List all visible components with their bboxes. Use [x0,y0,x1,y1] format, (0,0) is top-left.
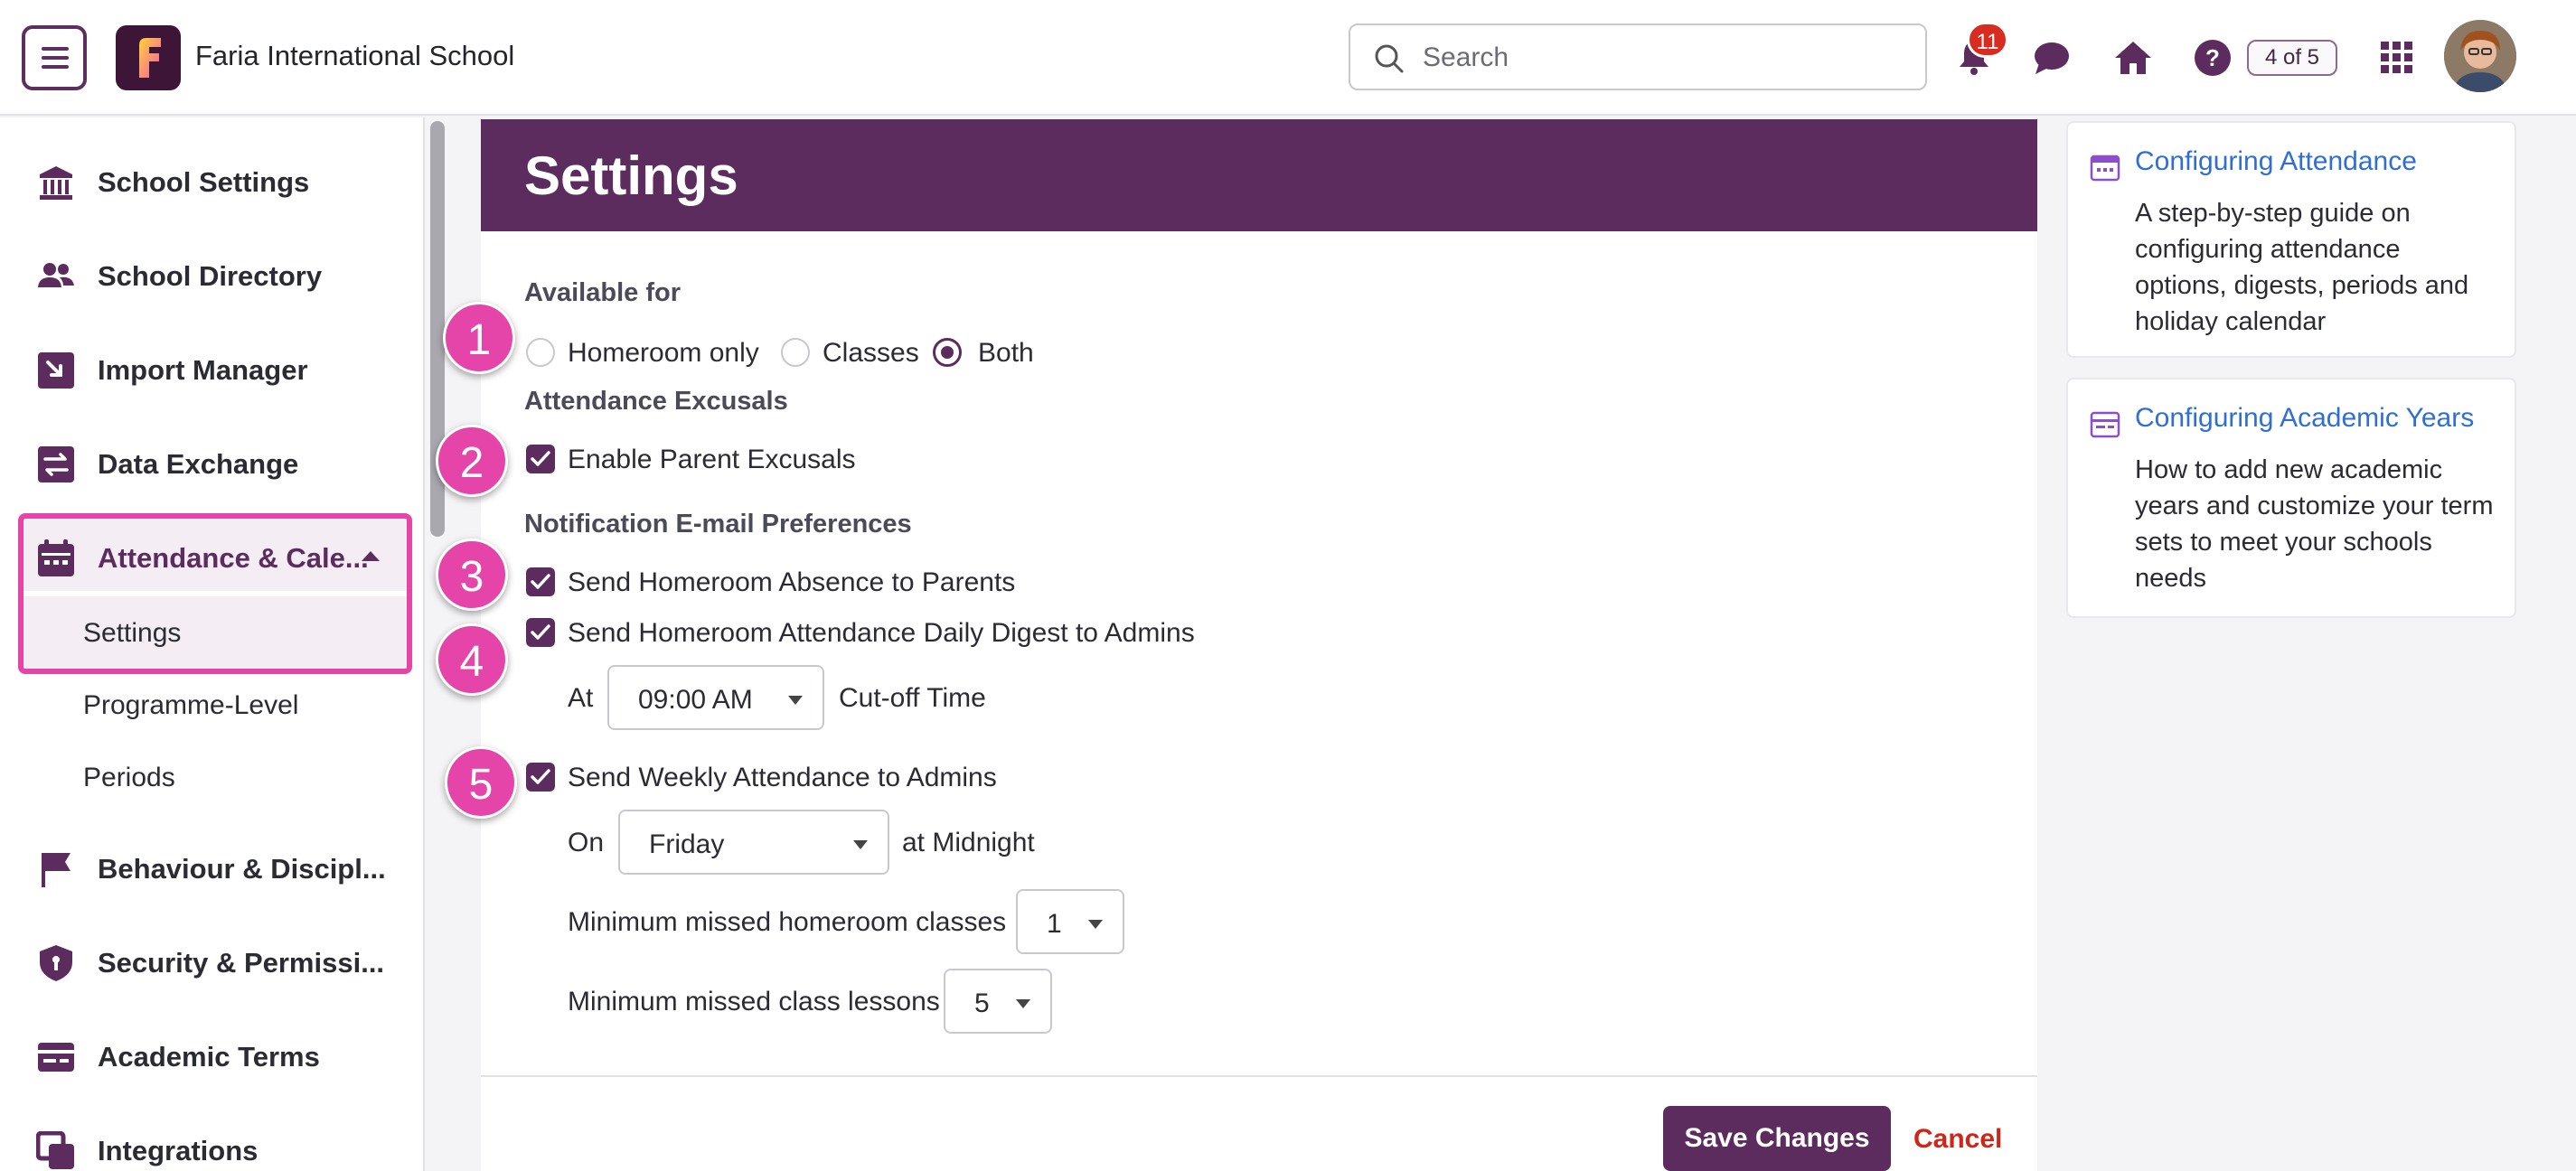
chat-icon[interactable] [2030,36,2073,80]
menu-toggle-button[interactable] [22,25,87,90]
step-marker-2: 2 [436,425,508,497]
weekly-day-select[interactable]: Friday [618,810,889,875]
data-exchange-icon [38,446,74,482]
weekly-attendance-checkbox[interactable] [526,763,555,792]
school-logo[interactable] [116,25,181,90]
save-changes-button[interactable]: Save Changes [1663,1106,1891,1171]
at-label: At [568,683,594,713]
school-name: Faria International School [195,40,515,71]
help-link-title[interactable]: Configuring Attendance [2135,146,2417,177]
help-link-description: A step-by-step guide on configuring atte… [2135,199,2469,336]
people-icon [38,263,74,287]
sidebar-item-label: Import Manager [98,354,308,386]
at-midnight-label: at Midnight [902,828,1035,857]
sidebar-item-label: Data Exchange [98,448,299,480]
cancel-button[interactable]: Cancel [1913,1124,2002,1155]
app-grid-icon[interactable] [2375,36,2419,80]
min-homeroom-label: Minimum missed homeroom classes [568,907,1007,937]
absence-to-parents-label[interactable]: Send Homeroom Absence to Parents [568,567,1015,598]
search-icon [1375,44,1404,73]
cutoff-time-label: Cut-off Time [839,683,986,713]
step-marker-1: 1 [443,302,515,374]
caret-down-icon [1088,920,1103,929]
sidebar-item-data-exchange[interactable]: Data Exchange [0,426,423,499]
help-card-configuring-attendance[interactable]: Configuring Attendance A step-by-step gu… [2066,121,2516,358]
import-icon [38,352,74,389]
radio-classes[interactable] [781,338,810,367]
sidebar-item-label: School Directory [98,260,323,292]
caret-down-icon [1016,999,1030,1008]
step-marker-5: 5 [445,746,517,819]
weekly-day-value: Friday [649,829,725,859]
step-marker-4: 4 [436,623,508,696]
sidebar-item-label: Behaviour & Discipl... [98,853,386,885]
on-label: On [568,828,605,857]
min-homeroom-value: 1 [1047,909,1062,939]
sidebar-item-security-permissions[interactable]: Security & Permissi... [0,925,423,998]
svg-text:?: ? [2205,44,2220,71]
onboarding-progress[interactable]: 4 of 5 [2247,40,2337,76]
enable-parent-excusals-label[interactable]: Enable Parent Excusals [568,445,856,475]
min-lessons-value: 5 [974,988,990,1018]
radio-homeroom-only-label[interactable]: Homeroom only [568,338,759,369]
sidebar-item-school-settings[interactable]: School Settings [0,145,423,217]
highlight-annotation [18,513,412,674]
notification-preferences-label: Notification E-mail Preferences [524,510,912,539]
absence-to-parents-checkbox[interactable] [526,567,555,596]
academic-terms-icon [38,1043,74,1072]
top-bar: Faria International School 11 ? 4 of 5 [0,0,2576,116]
enable-parent-excusals-checkbox[interactable] [526,445,555,473]
caret-down-icon [788,696,803,705]
help-link-description: How to add new academic years and custom… [2135,455,2494,593]
radio-both[interactable] [933,338,962,367]
sidebar-item-label: School Settings [98,166,310,198]
digest-time-value: 09:00 AM [638,685,753,715]
home-icon[interactable] [2111,36,2155,80]
flag-icon [42,853,71,887]
radio-classes-label[interactable]: Classes [823,338,919,369]
notification-count-badge: 11 [1967,22,2008,58]
shield-icon [40,945,72,981]
sidebar-item-label: Integrations [98,1135,259,1166]
user-avatar[interactable] [2444,20,2516,92]
calendar-icon [2090,155,2120,182]
step-marker-3: 3 [436,539,508,611]
sidebar: School Settings School Directory Import … [0,117,425,1171]
page-title: Settings [524,145,738,206]
search-box[interactable] [1349,23,1927,90]
help-card-configuring-academic-years[interactable]: Configuring Academic Years How to add ne… [2066,378,2516,618]
help-link-title[interactable]: Configuring Academic Years [2135,403,2474,434]
radio-both-label[interactable]: Both [978,338,1034,369]
attendance-excusals-label: Attendance Excusals [524,387,788,416]
settings-card: Settings Available for Homeroom only Cla… [481,119,2037,1171]
digest-time-select[interactable]: 09:00 AM [607,665,824,730]
available-for-label: Available for [524,278,681,307]
sidebar-item-behaviour-discipline[interactable]: Behaviour & Discipl... [0,831,423,904]
caret-down-icon [853,840,868,849]
search-input[interactable] [1423,38,1893,78]
daily-digest-label[interactable]: Send Homeroom Attendance Daily Digest to… [568,618,1195,649]
bank-icon [40,166,72,200]
sidebar-subitem-programme-level[interactable]: Programme-Level [83,690,298,721]
sidebar-item-import-manager[interactable]: Import Manager [0,333,423,405]
sidebar-item-integrations[interactable]: Integrations [0,1113,423,1171]
min-lessons-label: Minimum missed class lessons [568,987,940,1016]
help-icon[interactable]: ? [2191,36,2234,80]
sidebar-item-academic-terms[interactable]: Academic Terms [0,1019,423,1091]
sidebar-item-label: Security & Permissi... [98,947,385,979]
sidebar-item-school-directory[interactable]: School Directory [0,239,423,311]
daily-digest-checkbox[interactable] [526,618,555,647]
weekly-attendance-label[interactable]: Send Weekly Attendance to Admins [568,763,997,793]
academic-calendar-icon [2090,411,2120,438]
min-lessons-select[interactable]: 5 [944,969,1052,1034]
sidebar-item-label: Academic Terms [98,1041,320,1073]
min-homeroom-select[interactable]: 1 [1016,889,1124,954]
integrations-icon [36,1131,74,1169]
radio-homeroom-only[interactable] [526,338,555,367]
settings-header: Settings [481,119,2037,231]
footer-divider [481,1075,2037,1077]
sidebar-subitem-periods[interactable]: Periods [83,763,175,793]
